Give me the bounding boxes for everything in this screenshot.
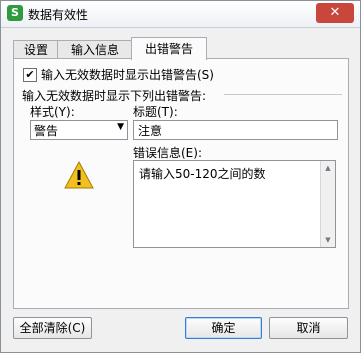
scroll-up-arrow-icon[interactable]: ▲ bbox=[321, 161, 335, 175]
show-error-checkbox-label[interactable]: 输入无效数据时显示出错警告(S) bbox=[41, 66, 214, 83]
title-input-value: 注意 bbox=[138, 124, 163, 138]
error-message-textarea[interactable]: 请输入50-120之间的数 ▲ ▼ bbox=[133, 160, 336, 248]
app-logo-icon: S bbox=[7, 5, 23, 21]
section-divider bbox=[224, 94, 342, 95]
scroll-down-arrow-icon[interactable]: ▼ bbox=[321, 233, 335, 247]
style-select-value: 警告 bbox=[34, 124, 59, 138]
section-label: 输入无效数据时显示下列出错警告: bbox=[22, 89, 207, 103]
style-select[interactable]: 警告 ▼ bbox=[30, 120, 128, 140]
tab-error-alert[interactable]: 出错警告 bbox=[131, 37, 207, 60]
message-label: 错误信息(E): bbox=[133, 146, 202, 160]
dialog-title: 数据有效性 bbox=[28, 8, 89, 22]
ok-button[interactable]: 确定 bbox=[185, 317, 262, 339]
title-input[interactable]: 注意 bbox=[133, 120, 338, 140]
cancel-button[interactable]: 取消 bbox=[269, 317, 348, 339]
chevron-down-icon[interactable]: ▼ bbox=[117, 122, 124, 132]
title-bar: S 数据有效性 ✕ bbox=[1, 1, 360, 28]
clear-all-button[interactable]: 全部清除(C) bbox=[13, 317, 92, 339]
warning-triangle-icon bbox=[64, 160, 94, 189]
show-error-checkbox[interactable]: ✔ bbox=[23, 68, 37, 82]
error-message-text: 请输入50-120之间的数 bbox=[139, 167, 266, 181]
close-button[interactable]: ✕ bbox=[316, 3, 354, 23]
data-validation-dialog: S 数据有效性 ✕ 设置 输入信息 出错警告 ✔ 输入无效数据时显示出错警告(S… bbox=[0, 0, 361, 353]
tab-input-message[interactable]: 输入信息 bbox=[57, 40, 133, 60]
tab-settings[interactable]: 设置 bbox=[13, 40, 59, 60]
title-label: 标题(T): bbox=[133, 105, 178, 119]
message-scrollbar[interactable]: ▲ ▼ bbox=[320, 161, 335, 247]
error-alert-panel: ✔ 输入无效数据时显示出错警告(S) 输入无效数据时显示下列出错警告: 样式(Y… bbox=[13, 58, 349, 309]
style-label: 样式(Y): bbox=[30, 105, 75, 119]
